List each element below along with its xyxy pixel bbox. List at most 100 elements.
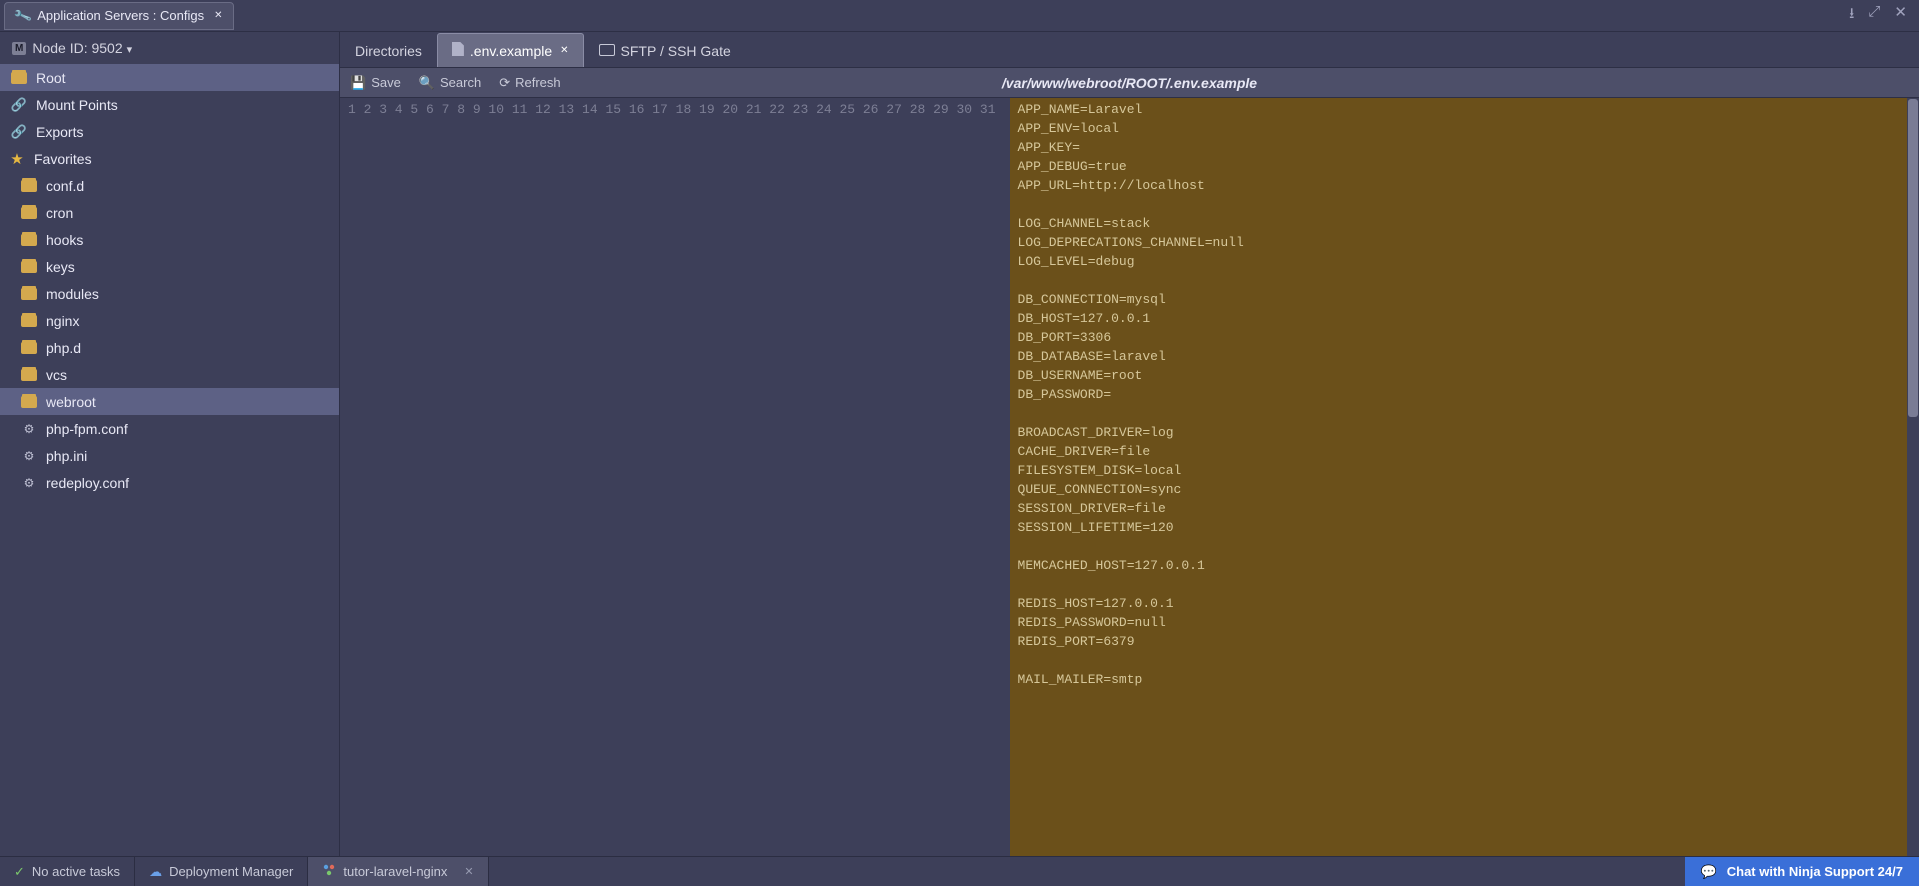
save-icon: 💾 — [350, 75, 366, 91]
tree-item-redeploy-conf[interactable]: ⚙ redeploy.conf — [0, 469, 339, 496]
gear-icon: ⚙ — [20, 447, 38, 465]
node-label: Node ID: 9502 — [32, 40, 132, 56]
refresh-button[interactable]: ⟳ Refresh — [499, 75, 560, 91]
tree-item-hooks[interactable]: hooks — [0, 226, 339, 253]
tree-item-label: keys — [46, 259, 75, 275]
wrench-icon: 🔧 — [13, 5, 34, 26]
folder-icon — [20, 231, 38, 249]
tree-item-label: Favorites — [34, 151, 92, 167]
tree-item-label: nginx — [46, 313, 79, 329]
node-selector[interactable]: M Node ID: 9502 — [0, 32, 339, 64]
editor-tabs: Directories .env.example ✕ SFTP / SSH Gate — [340, 32, 1919, 68]
bottom-tab-label: tutor-laravel-nginx — [343, 864, 447, 879]
tree-item-label: hooks — [46, 232, 83, 248]
close-icon[interactable]: ✕ — [214, 10, 222, 21]
save-button[interactable]: 💾 Save — [350, 75, 401, 91]
folder-icon — [20, 339, 38, 357]
cloud-icon: ☁ — [149, 864, 162, 880]
tree-item-php-fpm-conf[interactable]: ⚙ php-fpm.conf — [0, 415, 339, 442]
tree-item-label: php.ini — [46, 448, 87, 464]
window-controls: ⭳ ⤢ ✕ — [1849, 3, 1915, 28]
tree-item-label: Mount Points — [36, 97, 118, 113]
tree-item-php-d[interactable]: php.d — [0, 334, 339, 361]
node-badge: M — [12, 42, 26, 55]
tree-item-label: Exports — [36, 124, 83, 140]
gear-icon: ⚙ — [20, 420, 38, 438]
folder-icon — [20, 393, 38, 411]
check-icon: ✓ — [14, 864, 25, 880]
tree-item-label: conf.d — [46, 178, 84, 194]
file-path: /var/www/webroot/ROOT/.env.example — [1002, 75, 1257, 91]
tab-sftp-ssh-gate[interactable]: SFTP / SSH Gate — [584, 34, 746, 67]
folder-icon — [20, 312, 38, 330]
chat-label: Chat with Ninja Support 24/7 — [1727, 864, 1903, 879]
tree-item-exports[interactable]: 🔗 Exports — [0, 118, 339, 145]
chat-icon: 💬 — [1701, 864, 1717, 880]
tree-item-root[interactable]: Root — [0, 64, 339, 91]
app-tab-title: Application Servers : Configs — [37, 8, 204, 23]
tree-item-label: Root — [36, 70, 66, 86]
top-bar: 🔧 Application Servers : Configs ✕ ⭳ ⤢ ✕ — [0, 0, 1919, 32]
code-editor[interactable]: 1 2 3 4 5 6 7 8 9 10 11 12 13 14 15 16 1… — [340, 98, 1919, 856]
stack-icon — [322, 863, 336, 880]
file-tree: Root 🔗 Mount Points 🔗 Exports ★ Favorites conf.… — [0, 64, 339, 496]
refresh-icon: ⟳ — [499, 75, 510, 91]
link-icon: 🔗 — [10, 123, 28, 141]
tree-item-label: php-fpm.conf — [46, 421, 128, 437]
tree-item-webroot[interactable]: webroot — [0, 388, 339, 415]
bottom-bar: ✓ No active tasks ☁ Deployment Manager t… — [0, 856, 1919, 886]
search-label: Search — [440, 75, 481, 90]
tree-item-label: vcs — [46, 367, 67, 383]
tree-item-conf-d[interactable]: conf.d — [0, 172, 339, 199]
folder-icon — [20, 204, 38, 222]
monitor-icon — [599, 43, 615, 59]
tab-label: Directories — [355, 43, 422, 59]
gear-icon: ⚙ — [20, 474, 38, 492]
folder-icon — [20, 258, 38, 276]
tree-item-mount-points[interactable]: 🔗 Mount Points — [0, 91, 339, 118]
chat-support-button[interactable]: 💬 Chat with Ninja Support 24/7 — [1685, 857, 1919, 886]
tab--env-example[interactable]: .env.example ✕ — [437, 33, 584, 67]
search-button[interactable]: 🔍 Search — [419, 75, 481, 91]
close-window-icon[interactable]: ✕ — [1894, 3, 1907, 28]
folder-icon — [10, 69, 28, 87]
tree-item-keys[interactable]: keys — [0, 253, 339, 280]
star-icon: ★ — [8, 150, 26, 168]
tree-item-modules[interactable]: modules — [0, 280, 339, 307]
tree-item-cron[interactable]: cron — [0, 199, 339, 226]
file-icon — [452, 42, 464, 59]
save-label: Save — [371, 75, 401, 90]
folder-icon — [20, 366, 38, 384]
bottom-tab[interactable]: tutor-laravel-nginx ✕ — [308, 857, 488, 886]
refresh-label: Refresh — [515, 75, 561, 90]
fullscreen-icon[interactable]: ⤢ — [1868, 3, 1880, 28]
tree-item-favorites[interactable]: ★ Favorites — [0, 145, 339, 172]
link-icon: 🔗 — [10, 96, 28, 114]
tree-item-label: redeploy.conf — [46, 475, 129, 491]
close-icon[interactable]: ✕ — [464, 865, 473, 878]
tree-item-php-ini[interactable]: ⚙ php.ini — [0, 442, 339, 469]
tree-item-label: modules — [46, 286, 99, 302]
folder-icon — [20, 177, 38, 195]
download-icon[interactable]: ⭳ — [1849, 3, 1854, 28]
code-content[interactable]: APP_NAME=Laravel APP_ENV=local APP_KEY= … — [1010, 98, 1907, 856]
search-icon: 🔍 — [419, 75, 435, 91]
tree-item-vcs[interactable]: vcs — [0, 361, 339, 388]
line-gutter: 1 2 3 4 5 6 7 8 9 10 11 12 13 14 15 16 1… — [340, 98, 1010, 856]
scrollbar-thumb[interactable] — [1908, 99, 1918, 417]
tab-label: .env.example — [470, 43, 552, 59]
scrollbar[interactable] — [1907, 98, 1919, 856]
sidebar: M Node ID: 9502 Root 🔗 Mount Points 🔗 Export… — [0, 32, 340, 856]
tree-item-label: cron — [46, 205, 73, 221]
deploy-label: Deployment Manager — [169, 864, 293, 879]
tree-item-label: webroot — [46, 394, 96, 410]
tasks-label: No active tasks — [32, 864, 120, 879]
tab-label: SFTP / SSH Gate — [621, 43, 731, 59]
tasks-status[interactable]: ✓ No active tasks — [0, 857, 135, 886]
app-tab[interactable]: 🔧 Application Servers : Configs ✕ — [4, 2, 234, 30]
close-icon[interactable]: ✕ — [560, 45, 568, 56]
tree-item-nginx[interactable]: nginx — [0, 307, 339, 334]
tab-directories[interactable]: Directories — [340, 34, 437, 67]
editor-toolbar: 💾 Save 🔍 Search ⟳ Refresh /var/www/webro… — [340, 68, 1919, 98]
deployment-manager-button[interactable]: ☁ Deployment Manager — [135, 857, 308, 886]
